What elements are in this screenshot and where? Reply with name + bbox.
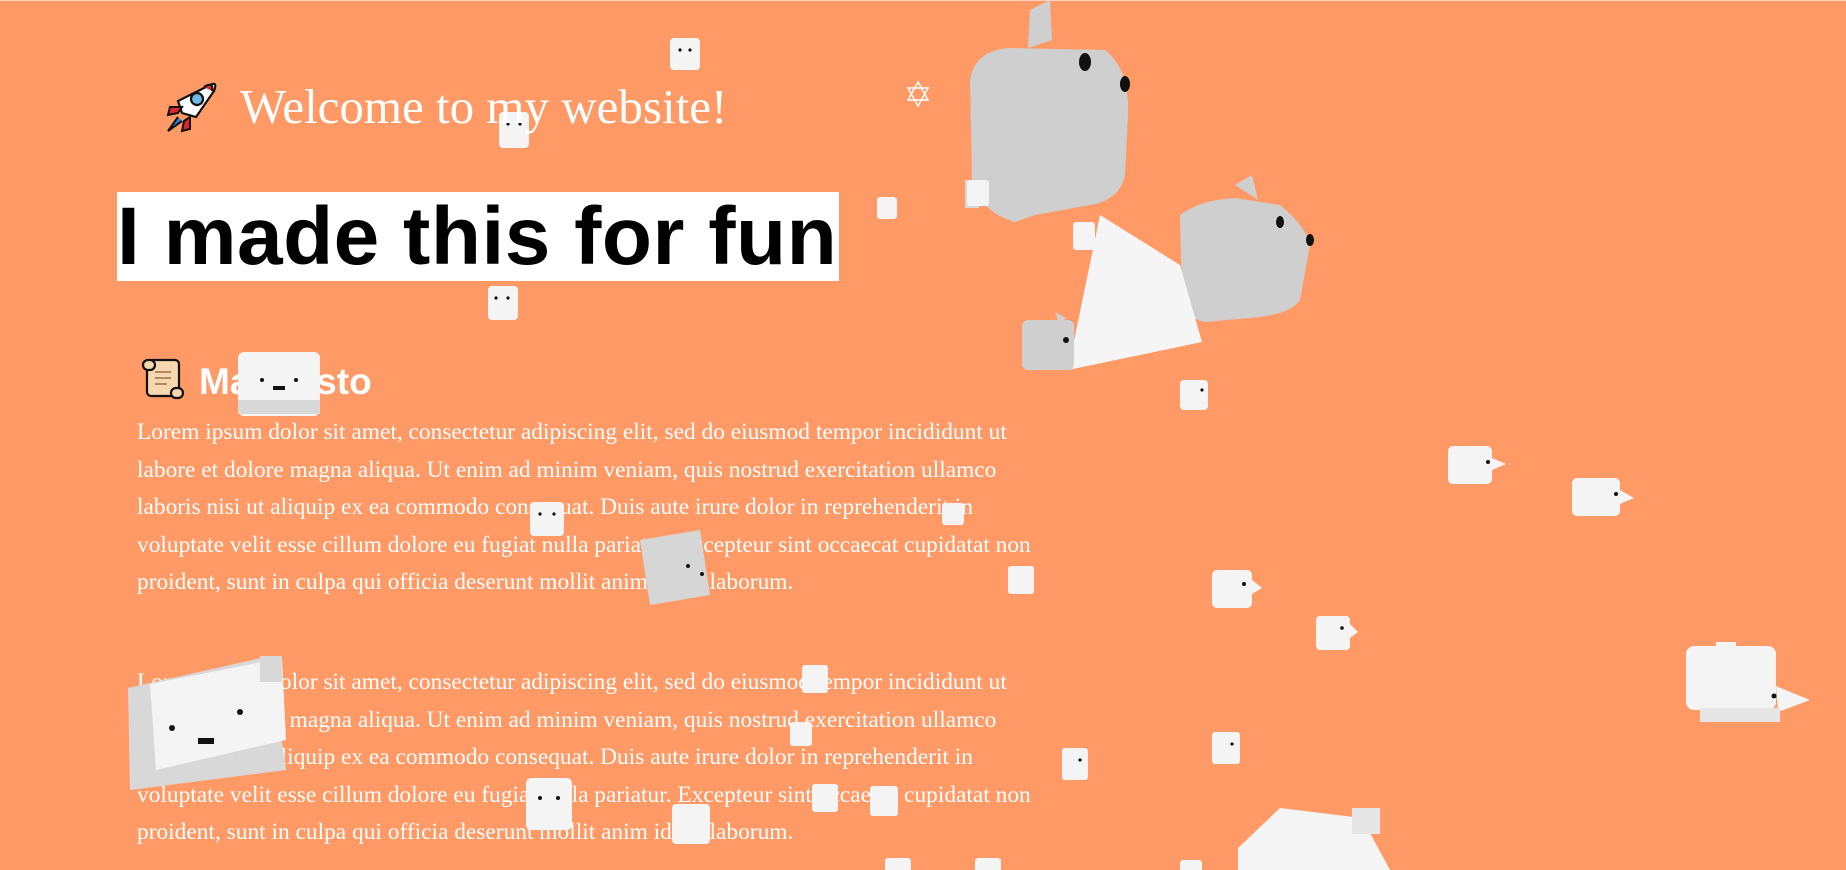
site-title: Welcome to my website! — [240, 78, 728, 134]
site-header: Welcome to my website! — [160, 44, 727, 170]
manifesto-paragraph: Lorem ipsum dolor sit amet, consectetur … — [137, 669, 1031, 845]
manifesto-paragraph: Lorem ipsum dolor sit amet, consectetur … — [137, 419, 1031, 595]
scroll-icon — [141, 356, 187, 407]
rocket-icon — [160, 77, 220, 137]
manifesto-title: Manifesto — [199, 360, 372, 402]
hero-headline: I made this for fun — [117, 191, 840, 282]
page-content: Welcome to my website! I made this for f… — [0, 0, 1846, 870]
